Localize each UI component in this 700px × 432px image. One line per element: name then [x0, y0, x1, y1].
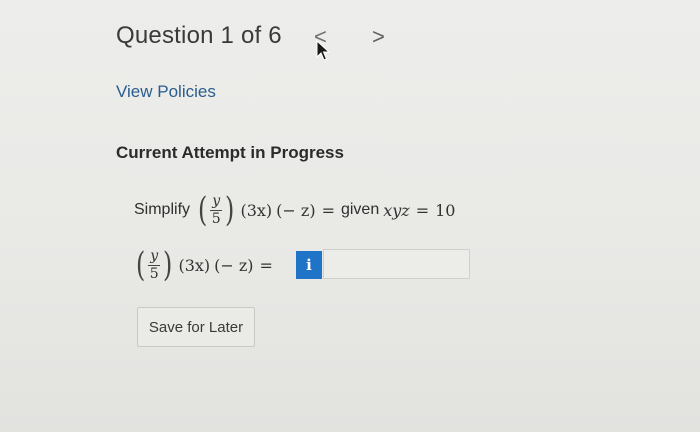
fraction-numerator: y — [210, 192, 223, 211]
condition-value: 10 — [435, 200, 456, 220]
problem-expression: ( y 5 ) (3x) (− z) = — [196, 193, 335, 227]
equals-sign: = — [259, 255, 273, 275]
answer-lhs: ( y 5 ) (3x) (− z) = — [134, 248, 273, 282]
fraction-denominator: 5 — [211, 210, 221, 227]
factor-neg-z: (− z) — [214, 255, 254, 275]
right-paren: ) — [225, 190, 235, 230]
fraction-denominator: 5 — [149, 265, 159, 282]
condition-equals: = — [415, 200, 430, 220]
question-title: Question 1 of 6 — [116, 22, 282, 49]
factor-neg-z: (− z) — [276, 200, 316, 220]
left-paren: ( — [198, 190, 208, 230]
mouse-pointer-icon — [316, 40, 330, 61]
fraction-y-over-5: y 5 — [148, 247, 161, 282]
next-question-icon[interactable]: > — [372, 26, 385, 48]
condition-variable: xyz — [383, 200, 410, 220]
info-button[interactable]: i — [296, 251, 322, 279]
answer-field-box — [323, 249, 470, 279]
problem-statement: Simplify ( y 5 ) (3x) (− z) = given xyz … — [134, 186, 455, 234]
factor-3x: (3x) — [178, 255, 211, 275]
attempt-status-heading: Current Attempt in Progress — [116, 143, 344, 162]
save-for-later-button[interactable]: Save for Later — [137, 307, 255, 347]
fraction-numerator: y — [148, 247, 161, 266]
answer-expression: ( y 5 ) (3x) (− z) = — [134, 241, 273, 289]
left-paren: ( — [135, 245, 146, 285]
simplify-label: Simplify — [134, 201, 191, 218]
view-policies-link[interactable]: View Policies — [116, 82, 216, 102]
factor-3x: (3x) — [240, 200, 273, 220]
equals-sign: = — [321, 200, 335, 220]
fraction-y-over-5: y 5 — [210, 192, 223, 227]
right-paren: ) — [163, 245, 173, 285]
given-label: given — [340, 201, 380, 218]
given-condition: xyz = 10 — [383, 201, 455, 220]
answer-input[interactable] — [324, 250, 469, 278]
